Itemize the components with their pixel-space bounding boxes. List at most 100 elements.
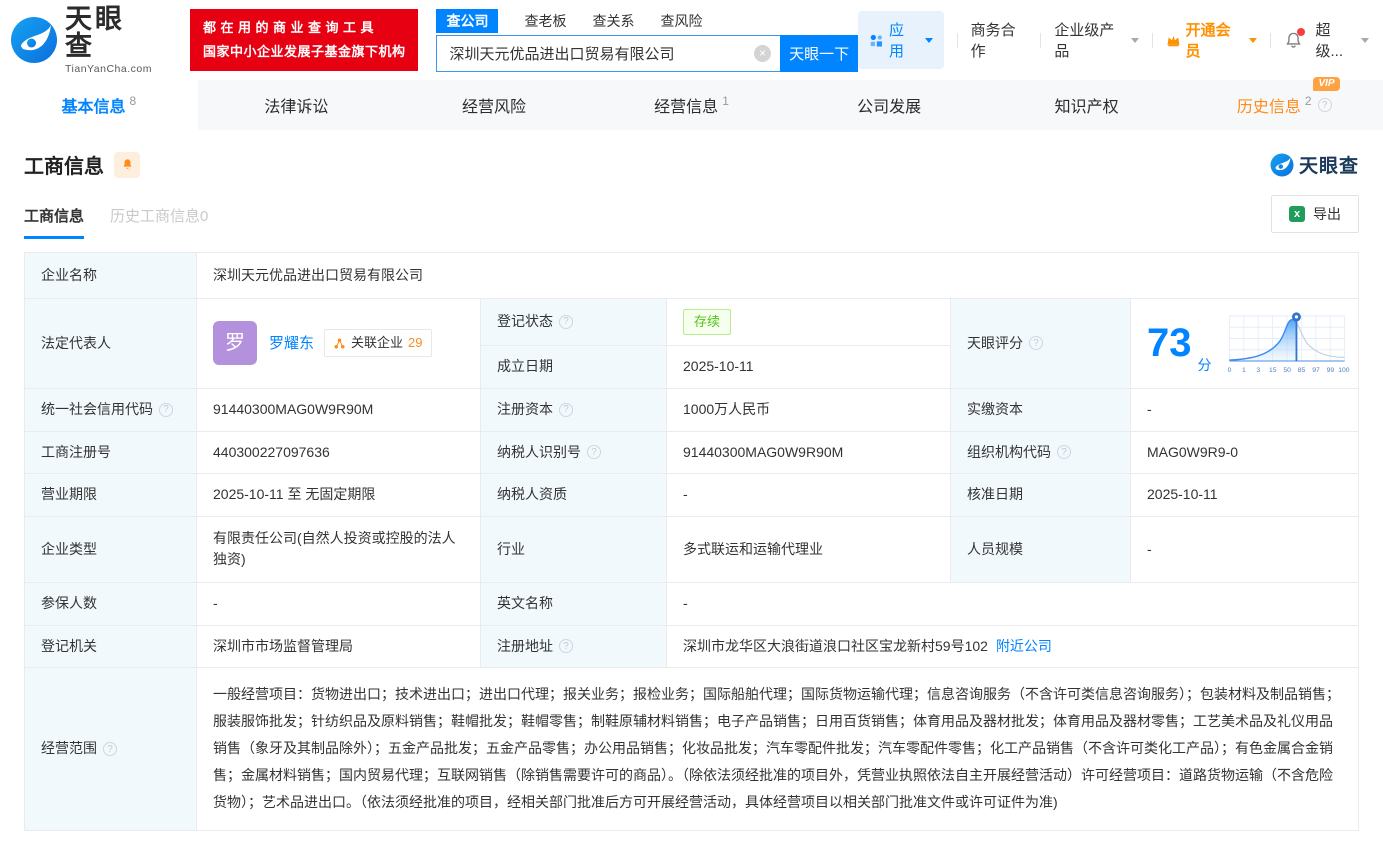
help-icon[interactable]: ? <box>559 315 573 329</box>
nav-cooperation[interactable]: 商务合作 <box>971 19 1028 61</box>
divider <box>1152 33 1153 48</box>
reg-address-label: 注册地址 ? <box>481 626 667 668</box>
score-label: 天眼评分 ? <box>951 299 1131 388</box>
tab-history-info[interactable]: VIP 历史信息 2 ? <box>1185 80 1383 130</box>
search-tab-relation[interactable]: 查关系 <box>592 11 634 31</box>
tab-count: 1 <box>722 94 729 108</box>
search-tab-boss[interactable]: 查老板 <box>524 11 566 31</box>
table-row-business-term: 营业期限 2025-10-11 至 无固定期限 纳税人资质 - 核准日期 202… <box>25 474 1358 517</box>
tab-operation-info[interactable]: 经营信息 1 <box>593 80 791 130</box>
svg-text:15: 15 <box>1269 367 1277 374</box>
english-name-label: 英文名称 <box>481 583 667 625</box>
credit-code-value: 91440300MAG0W9R90M <box>197 389 481 431</box>
credit-code-label: 统一社会信用代码 ? <box>25 389 197 431</box>
nav-account-label: 超级... <box>1316 19 1356 61</box>
org-code-value: MAG0W9R9-0 <box>1131 432 1358 474</box>
brand-slogan: 都在用的商业查询工具 国家中小企业发展子基金旗下机构 <box>190 9 419 71</box>
tab-label: 基本信息 <box>61 93 125 117</box>
search-button[interactable]: 天眼一下 <box>780 35 858 72</box>
reg-number-value: 440300227097636 <box>197 432 481 474</box>
svg-text:0: 0 <box>1227 367 1231 374</box>
tab-basic-info[interactable]: 基本信息 8 <box>0 80 198 130</box>
company-type-label: 企业类型 <box>25 517 197 582</box>
help-icon[interactable]: ? <box>559 639 573 653</box>
reg-authority-label: 登记机关 <box>25 626 197 668</box>
score-value: 73 分 <box>1131 299 1360 388</box>
help-icon[interactable]: ? <box>103 742 117 756</box>
brand-domain: TianYanCha.com <box>65 64 152 75</box>
tab-operation-risk[interactable]: 经营风险 <box>395 80 593 130</box>
table-row-company-type: 企业类型 有限责任公司(自然人投资或控股的法人独资) 行业 多式联运和运输代理业… <box>25 517 1358 583</box>
label-text: 天眼评分 <box>967 333 1023 355</box>
tab-label: 公司发展 <box>857 93 921 117</box>
company-name-label: 企业名称 <box>25 253 197 298</box>
reg-status-label: 登记状态 ? <box>481 299 667 345</box>
table-row-credit-code: 统一社会信用代码 ? 91440300MAG0W9R90M 注册资本 ? 100… <box>25 389 1358 432</box>
clear-search-icon[interactable]: × <box>754 45 771 62</box>
label-text: 注册资本 <box>497 399 553 421</box>
nav-open-vip[interactable]: 开通会员 <box>1166 19 1257 61</box>
related-companies-label: 关联企业 <box>351 333 403 353</box>
brand-swirl-icon <box>1270 153 1294 177</box>
slogan-line2: 国家中小企业发展子基金旗下机构 <box>203 40 406 64</box>
legal-rep-name-link[interactable]: 罗耀东 <box>269 332 314 355</box>
bell-icon <box>121 158 134 171</box>
notifications-bell[interactable] <box>1284 31 1303 50</box>
watermark-logo: 天眼查 <box>1270 151 1359 178</box>
business-scope-label: 经营范围 ? <box>25 668 197 830</box>
subtab-history-business-info[interactable]: 历史工商信息0 <box>110 205 208 239</box>
taxpayer-id-value: 91440300MAG0W9R90M <box>667 432 951 474</box>
brand-swirl-icon <box>10 16 58 64</box>
label-text: 统一社会信用代码 <box>41 399 153 421</box>
nav-app[interactable]: 应用 <box>858 11 943 69</box>
svg-text:99: 99 <box>1326 367 1334 374</box>
help-icon[interactable]: ? <box>1057 445 1071 459</box>
help-icon[interactable]: ? <box>1318 98 1332 112</box>
svg-text:100: 100 <box>1338 367 1350 374</box>
taxpayer-quality-value: - <box>667 474 951 516</box>
help-icon[interactable]: ? <box>159 403 173 417</box>
watermark-brand-name: 天眼查 <box>1299 151 1359 178</box>
search-input[interactable] <box>436 35 780 72</box>
company-name-value: 深圳天元优品进出口贸易有限公司 <box>197 253 1358 298</box>
reg-authority-value: 深圳市市场监督管理局 <box>197 626 481 668</box>
legal-rep-avatar[interactable]: 罗 <box>213 321 257 365</box>
tab-company-development[interactable]: 公司发展 <box>790 80 988 130</box>
search-tab-company[interactable]: 查公司 <box>436 9 498 33</box>
reg-number-label: 工商注册号 <box>25 432 197 474</box>
export-label: 导出 <box>1313 204 1341 224</box>
staff-size-label: 人员规模 <box>951 517 1131 582</box>
export-button[interactable]: x 导出 <box>1271 195 1359 233</box>
tab-legal-litigation[interactable]: 法律诉讼 <box>198 80 396 130</box>
reg-address-value: 深圳市龙华区大浪街道浪口社区宝龙新村59号102 附近公司 <box>667 626 1358 668</box>
subscribe-bell-badge[interactable] <box>114 152 140 178</box>
chevron-down-icon <box>1249 38 1257 43</box>
chevron-down-icon <box>1131 38 1139 43</box>
page-tab-bar: 基本信息 8 法律诉讼 经营风险 经营信息 1 公司发展 知识产权 VIP 历史… <box>0 80 1383 130</box>
tab-count: 8 <box>129 94 136 108</box>
table-row-insured: 参保人数 - 英文名称 - <box>25 583 1358 626</box>
section-title: 工商信息 <box>24 150 104 179</box>
tab-intellectual-property[interactable]: 知识产权 <box>988 80 1186 130</box>
tianyancha-logo[interactable]: 天眼查 TianYanCha.com <box>10 6 152 75</box>
legal-rep-label: 法定代表人 <box>25 299 197 388</box>
chevron-down-icon <box>925 38 933 43</box>
subtab-business-info[interactable]: 工商信息 <box>24 205 84 239</box>
slogan-line1: 都在用的商业查询工具 <box>203 16 406 40</box>
industry-value: 多式联运和运输代理业 <box>667 517 951 582</box>
table-row-business-scope: 经营范围 ? 一般经营项目：货物进出口；技术进出口；进出口代理；报关业务；报检业… <box>25 668 1358 830</box>
search-tabs: 查公司 查老板 查关系 查风险 <box>436 9 858 34</box>
search-tab-risk[interactable]: 查风险 <box>660 11 702 31</box>
related-companies-badge[interactable]: 关联企业 29 <box>324 329 431 357</box>
nearby-companies-link[interactable]: 附近公司 <box>996 636 1052 658</box>
divider <box>1270 33 1271 48</box>
main-content: 工商信息 天眼查 工商信息 历史工商信息0 x 导出 <box>0 130 1383 831</box>
help-icon[interactable]: ? <box>1029 336 1043 350</box>
insured-value: - <box>197 583 481 625</box>
nav-account[interactable]: 超级... <box>1316 19 1370 61</box>
chevron-down-icon <box>1361 38 1369 43</box>
relation-graph-icon <box>333 337 346 350</box>
help-icon[interactable]: ? <box>559 403 573 417</box>
nav-enterprise-products[interactable]: 企业级产品 <box>1054 19 1138 61</box>
help-icon[interactable]: ? <box>587 445 601 459</box>
